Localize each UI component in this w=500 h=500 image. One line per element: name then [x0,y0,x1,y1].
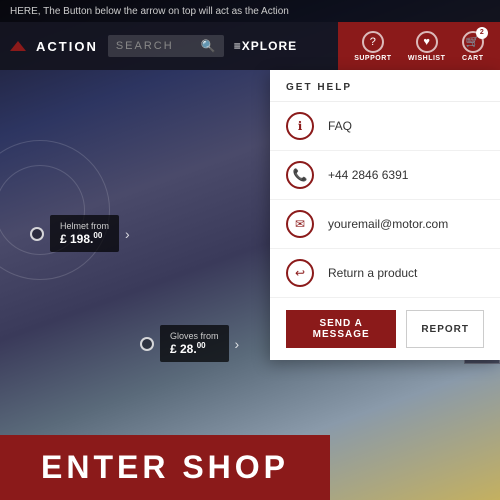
cart-button[interactable]: 🛒 2 CART [462,31,484,62]
action-arrow[interactable] [10,41,26,51]
announcement-bar: HERE, The Button below the arrow on top … [0,0,500,22]
announcement-text: HERE, The Button below the arrow on top … [10,6,289,17]
gloves-hotspot[interactable]: Gloves from £ 28.00 › [140,325,239,362]
get-help-header: GET HELP [270,70,500,102]
search-container: 🔍 [108,35,224,57]
enter-shop-label: ENTER SHOP [41,449,289,486]
phone-icon: 📞 [286,161,314,189]
helmet-arrow: › [125,226,130,242]
dropdown-actions: SEND A MESSAGE REPORT [270,298,500,360]
gloves-price: £ 28.00 [170,341,219,356]
enter-shop-button[interactable]: ENTER SHOP [0,435,330,500]
cart-label: CART [462,55,483,62]
return-text: Return a product [328,266,417,280]
faq-text: FAQ [328,119,352,133]
wishlist-label: WISHLIST [408,55,445,62]
faq-icon: ℹ [286,112,314,140]
report-button[interactable]: REPORT [406,310,484,348]
support-button[interactable]: ? SUPPORT [354,31,391,62]
phone-item[interactable]: 📞 +44 2846 6391 [270,151,500,200]
send-message-button[interactable]: SEND A MESSAGE [286,310,396,348]
return-icon: ↩ [286,259,314,287]
explore-button[interactable]: ≡XPLORE [234,39,297,53]
search-input[interactable] [116,40,196,52]
wishlist-icon: ♥ [416,31,438,53]
search-icon[interactable]: 🔍 [201,39,216,53]
hotspot-circle-gloves [140,337,154,351]
helmet-price: £ 198.00 [60,231,109,246]
dropdown-panel: GET HELP ℹ FAQ 📞 +44 2846 6391 ✉ yourema… [270,70,500,360]
support-label: SUPPORT [354,55,391,62]
helmet-name: Helmet from [60,221,109,231]
helmet-label: Helmet from £ 198.00 [50,215,119,252]
phone-text: +44 2846 6391 [328,168,408,182]
wishlist-button[interactable]: ♥ WISHLIST [408,31,445,62]
navbar: ACTION 🔍 ≡XPLORE [0,22,340,70]
support-icon: ? [362,31,384,53]
cart-badge: 2 [476,27,488,39]
action-button[interactable]: ACTION [36,39,98,54]
email-item[interactable]: ✉ youremail@motor.com [270,200,500,249]
helmet-hotspot[interactable]: Helmet from £ 198.00 › [30,215,130,252]
gloves-label: Gloves from £ 28.00 [160,325,229,362]
gloves-name: Gloves from [170,331,219,341]
faq-item[interactable]: ℹ FAQ [270,102,500,151]
gloves-arrow: › [235,336,240,352]
support-bar: ? SUPPORT ♥ WISHLIST 🛒 2 CART [338,22,500,70]
hotspot-circle-helmet [30,227,44,241]
return-item[interactable]: ↩ Return a product [270,249,500,298]
email-text: youremail@motor.com [328,217,448,231]
email-icon: ✉ [286,210,314,238]
